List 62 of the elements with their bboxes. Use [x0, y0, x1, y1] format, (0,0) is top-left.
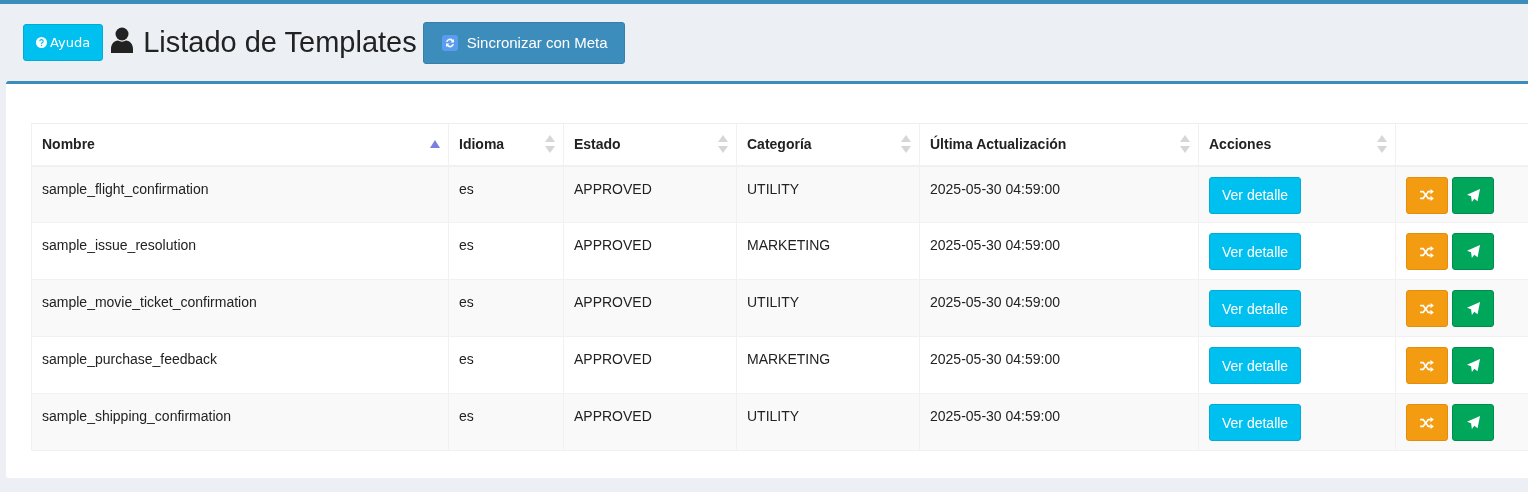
question-icon [36, 37, 47, 48]
shuffle-icon [1420, 302, 1434, 315]
send-button[interactable] [1452, 347, 1494, 384]
column-header[interactable]: Acciones [1198, 123, 1396, 166]
detail-button[interactable]: Ver detalle [1209, 290, 1302, 327]
table-cell: sample_shipping_confirmation [42, 408, 232, 424]
column-header[interactable]: Idioma [448, 123, 564, 166]
table-cell: APPROVED [574, 294, 652, 310]
table-cell: MARKETING [747, 237, 831, 253]
paper-plane-icon [1466, 188, 1480, 202]
detail-button[interactable]: Ver detalle [1209, 347, 1302, 384]
table-cell: sample_movie_ticket_confirmation [42, 294, 257, 310]
send-button[interactable] [1452, 176, 1494, 214]
table-cell: UTILITY [747, 408, 800, 424]
paper-plane-icon [1466, 302, 1480, 315]
table-cell: sample_purchase_feedback [42, 351, 218, 367]
paper-plane-icon [1466, 359, 1480, 372]
paper-plane-icon [1466, 416, 1480, 429]
table-cell: UTILITY [747, 294, 800, 310]
send-button[interactable] [1452, 233, 1494, 270]
shuffle-button[interactable] [1406, 176, 1448, 214]
shuffle-icon [1420, 245, 1434, 258]
column-header[interactable]: Nombre [31, 123, 449, 166]
table-cell: UTILITY [747, 180, 800, 197]
paper-plane-icon [1466, 245, 1480, 258]
table-cell: APPROVED [574, 408, 652, 424]
detail-button[interactable]: Ver detalle [1209, 176, 1302, 214]
table-cell: MARKETING [747, 351, 831, 367]
column-header[interactable]: Categoría [736, 123, 920, 166]
table-cell: APPROVED [574, 351, 652, 367]
shuffle-icon [1420, 189, 1434, 201]
sync-button[interactable]: Sincronizar con Meta [422, 21, 625, 64]
table-cell: es [459, 237, 474, 253]
send-button[interactable] [1452, 290, 1494, 327]
detail-button[interactable]: Ver detalle [1209, 233, 1302, 270]
shuffle-icon [1420, 416, 1434, 429]
sync-icon [441, 34, 458, 51]
page-title: Listado de Templates [143, 26, 417, 59]
table-cell: APPROVED [574, 180, 652, 197]
detail-button[interactable]: Ver detalle [1209, 404, 1302, 441]
user-icon [111, 26, 134, 53]
table-cell: 2025-05-30 04:59:00 [930, 294, 1060, 310]
send-button[interactable] [1452, 404, 1494, 441]
table-cell: 2025-05-30 04:59:00 [930, 351, 1060, 367]
table-cell: APPROVED [574, 237, 652, 253]
table-cell: es [459, 408, 474, 424]
shuffle-button[interactable] [1406, 404, 1448, 441]
table-cell: 2025-05-30 04:59:00 [930, 237, 1060, 253]
shuffle-button[interactable] [1406, 290, 1448, 327]
table-cell: 2025-05-30 04:59:00 [930, 408, 1060, 424]
table-cell: 2025-05-30 04:59:00 [930, 180, 1060, 197]
column-header[interactable]: Última Actualización [919, 123, 1199, 166]
help-button[interactable]: Ayuda [23, 24, 104, 61]
table-cell: sample_issue_resolution [42, 237, 197, 253]
shuffle-icon [1420, 359, 1434, 372]
table-cell: sample_flight_confirmation [42, 180, 209, 197]
table-cell: es [459, 180, 474, 197]
column-header[interactable]: Estado [563, 123, 737, 166]
shuffle-button[interactable] [1406, 347, 1448, 384]
table-cell: es [459, 351, 474, 367]
table-cell: es [459, 294, 474, 310]
shuffle-button[interactable] [1406, 233, 1448, 270]
